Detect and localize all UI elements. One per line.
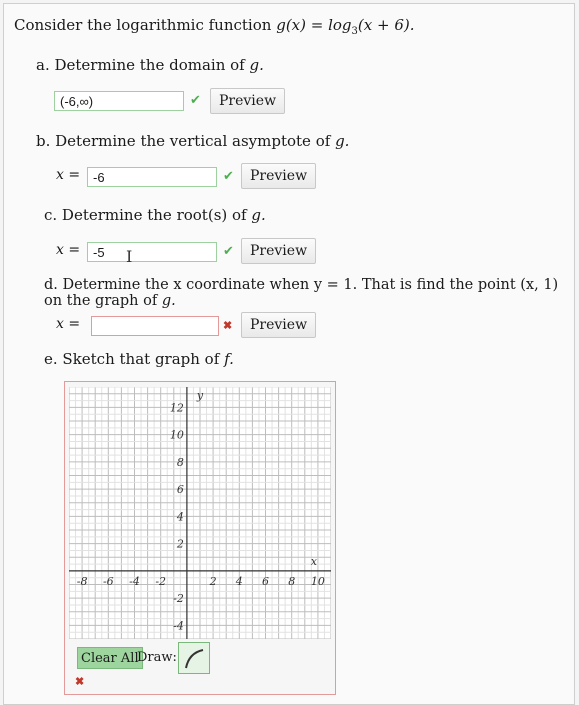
correct-check-icon: ✔ xyxy=(223,244,234,259)
x-axis-label: x xyxy=(311,555,318,568)
part-c-var: g. xyxy=(251,206,266,224)
y-tick-label: -2 xyxy=(173,592,184,605)
correct-check-icon: ✔ xyxy=(190,93,201,108)
x-coordinate-input[interactable] xyxy=(91,316,219,336)
text-cursor-icon: I xyxy=(126,247,133,266)
part-c-label: c. Determine the root(s) of g. xyxy=(44,206,266,224)
y-tick-label: 8 xyxy=(177,456,184,469)
y-tick-label: 6 xyxy=(177,483,184,496)
preview-button-b[interactable]: Preview xyxy=(241,163,317,189)
x-tick-label: 4 xyxy=(235,575,243,588)
preview-button-c[interactable]: Preview xyxy=(241,238,317,264)
preview-button-d[interactable]: Preview xyxy=(241,312,317,338)
domain-input[interactable]: (-6,∞) xyxy=(54,91,184,111)
y-tick-label: -4 xyxy=(173,619,184,632)
part-c-text: c. Determine the root(s) of xyxy=(44,206,247,224)
part-d-text: d. Determine the x coordinate when y = 1… xyxy=(44,277,559,309)
question-prompt: Consider the logarithmic function g(x) =… xyxy=(14,16,415,37)
curve-icon xyxy=(185,649,204,669)
preview-button-a[interactable]: Preview xyxy=(210,88,286,114)
x-tick-label: 10 xyxy=(311,575,325,588)
part-c-lhs: x = xyxy=(56,242,81,258)
incorrect-x-icon: ✖ xyxy=(75,675,85,688)
draw-label: Draw: xyxy=(137,650,177,665)
graph-canvas[interactable]: -8 -6 -4 -2 2 4 6 8 10 12 10 8 6 4 2 -2 -4 y x xyxy=(69,387,331,639)
y-tick-label: 10 xyxy=(170,429,184,442)
prompt-intro: Consider the logarithmic function xyxy=(14,16,272,34)
y-tick-label: 12 xyxy=(170,401,184,414)
question-frame: Consider the logarithmic function g(x) =… xyxy=(3,3,575,705)
part-b-label: b. Determine the vertical asymptote of g… xyxy=(36,132,349,150)
x-tick-label: -6 xyxy=(103,575,114,588)
part-b-text: b. Determine the vertical asymptote of xyxy=(36,132,331,150)
part-a-var: g. xyxy=(249,56,264,74)
y-tick-label: 2 xyxy=(176,538,184,551)
part-a-text: a. Determine the domain of xyxy=(36,56,245,74)
root-input[interactable]: -5 xyxy=(87,242,217,262)
asymptote-input[interactable]: -6 xyxy=(87,167,217,187)
y-axis-label: y xyxy=(196,389,204,402)
graph-answer-box: -8 -6 -4 -2 2 4 6 8 10 12 10 8 6 4 2 -2 -4 y x Clear All D… xyxy=(64,381,336,695)
part-e-text: e. Sketch that graph of xyxy=(44,350,220,368)
draw-curve-tool[interactable] xyxy=(178,642,210,674)
part-d-lhs: x = xyxy=(56,316,81,332)
part-a-label: a. Determine the domain of g. xyxy=(36,56,264,74)
x-tick-label: 2 xyxy=(209,575,217,588)
x-tick-label: 6 xyxy=(262,575,269,588)
x-tick-label: -4 xyxy=(129,575,140,588)
x-tick-label: -2 xyxy=(155,575,166,588)
clear-all-button[interactable]: Clear All xyxy=(77,647,143,669)
part-e-var: f. xyxy=(224,350,234,368)
x-tick-label: -8 xyxy=(77,575,88,588)
incorrect-x-icon: ✖ xyxy=(223,319,233,332)
x-tick-label: 8 xyxy=(288,575,295,588)
y-tick-label: 4 xyxy=(176,510,184,523)
part-e-label: e. Sketch that graph of f. xyxy=(44,350,234,368)
correct-check-icon: ✔ xyxy=(223,169,234,184)
part-b-var: g. xyxy=(335,132,350,150)
prompt-arg: (x + 6). xyxy=(357,16,415,34)
part-d-label: d. Determine the x coordinate when y = 1… xyxy=(44,277,574,309)
part-d-var: g. xyxy=(161,293,176,309)
part-b-lhs: x = xyxy=(56,167,81,183)
prompt-function: g(x) = log xyxy=(276,16,352,34)
